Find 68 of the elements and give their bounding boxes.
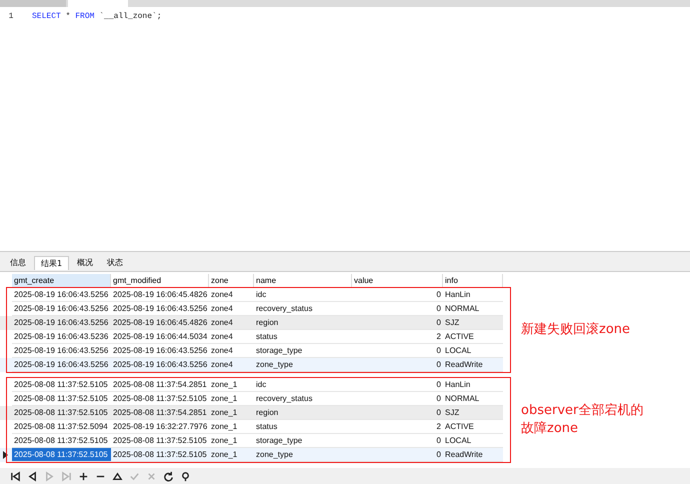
table-cell: SJZ [443,406,503,420]
first-record-icon[interactable] [10,470,21,482]
table-cell: region [254,406,352,420]
column-header[interactable]: name [254,274,352,288]
table-cell: zone_type [254,358,352,372]
table-cell: 2025-08-19 16:06:43.5256 [12,288,111,302]
table-cell: HanLin [443,378,503,392]
table-cell: 2025-08-08 11:37:52.5105 [12,378,111,392]
table-cell: ReadWrite [443,448,503,462]
table-cell: zone_1 [209,406,254,420]
table-cell: zone_1 [209,378,254,392]
table-cell: 2025-08-08 11:37:52.5105 [111,448,209,462]
table-cell: ACTIVE [443,420,503,434]
refresh-icon[interactable] [163,470,174,482]
table-cell: 2025-08-19 16:32:27.7976 [111,420,209,434]
table-cell: 2025-08-08 11:37:54.2851 [111,378,209,392]
table-cell: SJZ [443,316,503,330]
table-cell: status [254,420,352,434]
table-cell: zone_type [254,448,352,462]
table-cell: 2025-08-19 16:06:43.5256 [111,358,209,372]
table-cell: HanLin [443,288,503,302]
table-cell: 0 [352,378,443,392]
table-cell: 0 [352,288,443,302]
table-cell: status [254,330,352,344]
table-cell: 2 [352,330,443,344]
up-arrow-icon[interactable] [112,470,123,482]
table-cell: zone_1 [209,448,254,462]
column-header[interactable]: gmt_modified [111,274,209,288]
annotation-label: observer全部宕机的故障zone [521,402,644,438]
result-tab[interactable]: 状态 [101,256,130,270]
plus-icon[interactable] [78,470,89,482]
table-cell: 2025-08-19 16:06:43.5256 [12,358,111,372]
column-header[interactable]: value [352,274,443,288]
sql-editor[interactable]: 1 SELECT * FROM `__all_zone`; [0,6,690,252]
table-cell: 2025-08-19 16:06:43.5236 [12,330,111,344]
column-header[interactable]: zone [209,274,254,288]
table-cell: 0 [352,358,443,372]
table-cell: 2025-08-19 16:06:45.4826 [111,288,209,302]
table-cell: 2025-08-08 11:37:52.5094 [12,420,111,434]
table-cell: zone4 [209,288,254,302]
table-cell: 2025-08-19 16:06:44.5034 [111,330,209,344]
previous-icon[interactable] [27,470,38,482]
result-tab[interactable]: 结果1 [34,256,70,270]
annotation-label: 新建失败回滚zone [521,321,632,340]
column-header[interactable]: info [443,274,503,288]
result-tab[interactable]: 概况 [71,256,100,270]
table-cell: 0 [352,316,443,330]
column-header[interactable]: gmt_create [12,274,111,288]
table-cell: zone4 [209,330,254,344]
table-cell: zone_1 [209,420,254,434]
table-cell: 2025-08-08 11:37:52.5105 [12,448,111,462]
table-cell: 0 [352,448,443,462]
table-cell: zone4 [209,358,254,372]
table-cell: 2025-08-19 16:06:43.5256 [12,316,111,330]
table-cell: region [254,316,352,330]
table-cell: idc [254,288,352,302]
table-cell: idc [254,378,352,392]
table-cell: ACTIVE [443,330,503,344]
table-cell: 0 [352,406,443,420]
table-cell: 2025-08-08 11:37:52.5105 [12,406,111,420]
table-cell: 2025-08-19 16:06:45.4826 [111,316,209,330]
table-cell: zone4 [209,316,254,330]
code-line: SELECT * FROM `__all_zone`; [32,12,162,22]
table-cell: 2025-08-08 11:37:54.2851 [111,406,209,420]
line-number: 1 [8,12,14,22]
table-cell: ReadWrite [443,358,503,372]
result-tab[interactable]: 信息 [4,256,32,270]
table-cell: 2 [352,420,443,434]
